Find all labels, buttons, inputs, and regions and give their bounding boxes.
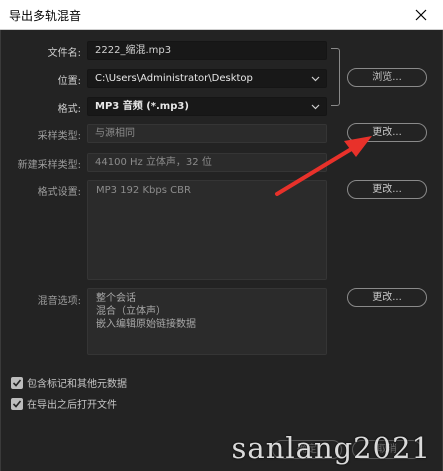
chevron-down-icon — [310, 70, 320, 87]
format-settings-label: 格式设置: — [37, 187, 81, 198]
format-label: 格式: — [57, 104, 81, 115]
sample-type-label: 采样类型: — [37, 131, 81, 142]
new-sample-type-field: 44100 Hz 立体声，32 位 — [87, 153, 327, 172]
new-sample-type-label: 新建采样类型: — [17, 160, 81, 171]
open-after-export-label: 在导出之后打开文件 — [27, 400, 117, 411]
mix-options-area: 整个会话 混合（立体声） 嵌入编辑原始链接数据 — [87, 288, 327, 355]
window-title: 导出多轨混音 — [9, 9, 82, 23]
include-markers-checkbox[interactable]: 包含标记和其他元数据 — [11, 375, 127, 390]
mix-option-item: 嵌入编辑原始链接数据 — [96, 319, 196, 330]
checkbox-checked-icon — [11, 397, 23, 410]
format-settings-area: MP3 192 Kbps CBR — [87, 180, 327, 280]
browse-bracket — [331, 48, 340, 106]
location-value: C:\Users\Administrator\Desktop — [95, 73, 253, 84]
location-select[interactable]: C:\Users\Administrator\Desktop — [87, 69, 327, 88]
mix-option-item: 混合（立体声） — [96, 306, 166, 317]
format-select[interactable]: MP3 音频 (*.mp3) — [87, 97, 327, 116]
change-mix-button[interactable]: 更改... — [347, 288, 427, 307]
mix-option-item: 整个会话 — [96, 293, 136, 304]
include-markers-label: 包含标记和其他元数据 — [27, 379, 127, 390]
mix-options-label: 混音选项: — [37, 296, 81, 307]
title-bar: 导出多轨混音 — [0, 0, 443, 30]
change-format-button[interactable]: 更改... — [347, 180, 427, 199]
close-icon — [415, 9, 427, 21]
export-dialog: 文件名: 2222_缩混.mp3 位置: C:\Users\Administra… — [0, 30, 443, 471]
watermark-text: sanlang2021 — [231, 431, 431, 465]
location-label: 位置: — [57, 76, 81, 87]
filename-label: 文件名: — [47, 48, 81, 59]
filename-input[interactable]: 2222_缩混.mp3 — [87, 41, 327, 60]
open-after-export-checkbox[interactable]: 在导出之后打开文件 — [11, 396, 117, 411]
chevron-down-icon — [310, 98, 320, 115]
sample-type-field: 与源相同 — [87, 124, 327, 143]
change-sample-button[interactable]: 更改... — [347, 123, 427, 142]
browse-button[interactable]: 浏览... — [347, 68, 427, 87]
close-button[interactable] — [399, 0, 443, 30]
format-value: MP3 音频 (*.mp3) — [95, 101, 189, 112]
checkbox-checked-icon — [11, 376, 23, 389]
